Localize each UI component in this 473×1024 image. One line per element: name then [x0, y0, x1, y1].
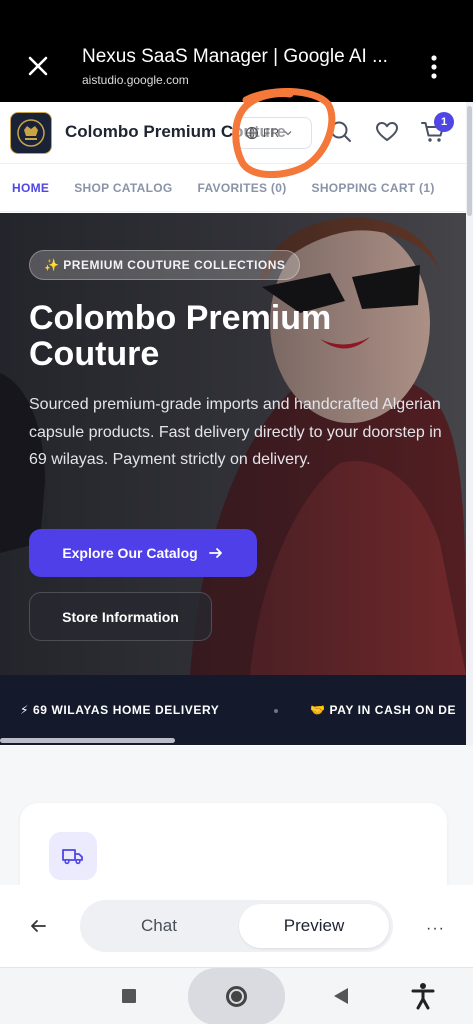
features-section	[0, 746, 473, 923]
page-scrollbar[interactable]	[466, 102, 473, 746]
language-selector[interactable]: FR	[236, 117, 312, 149]
arrow-right-icon	[208, 548, 222, 558]
nav-tabs: HOME SHOP CATALOG FAVORITES (0) SHOPPING…	[0, 165, 466, 212]
back-triangle-icon[interactable]	[334, 988, 348, 1004]
android-nav-bar	[0, 967, 473, 1024]
ticker-item-cash: 🤝 PAY IN CASH ON DE	[310, 703, 457, 717]
back-arrow-icon[interactable]	[28, 916, 48, 936]
accessibility-icon[interactable]	[410, 982, 436, 1010]
tab-shopping-cart[interactable]: SHOPPING CART (1)	[312, 181, 435, 195]
browser-top-bar: Nexus SaaS Manager | Google AI ... aistu…	[0, 0, 473, 102]
ai-studio-bottom-bar: Chat Preview ···	[0, 885, 473, 967]
collections-badge: ✨ PREMIUM COUTURE COLLECTIONS	[29, 250, 301, 280]
ticker-item-delivery: ⚡ 69 WILAYAS HOME DELIVERY	[20, 703, 220, 717]
truck-icon	[62, 849, 83, 865]
search-icon[interactable]	[328, 119, 354, 145]
store-logo[interactable]	[10, 112, 52, 154]
tab-favorites[interactable]: FAVORITES (0)	[197, 181, 286, 195]
more-vertical-icon[interactable]	[426, 54, 442, 80]
chat-preview-toggle: Chat Preview	[80, 900, 393, 952]
explore-catalog-button[interactable]: Explore Our Catalog	[29, 529, 257, 577]
ticker-separator	[274, 709, 278, 713]
screen: Nexus SaaS Manager | Google AI ... aistu…	[0, 0, 473, 1024]
crest-icon	[17, 119, 45, 147]
feature-icon-container	[49, 832, 97, 880]
tab-shop-catalog[interactable]: SHOP CATALOG	[74, 181, 172, 195]
chevron-down-icon	[284, 131, 292, 136]
tab-home[interactable]: HOME	[12, 181, 49, 195]
chat-tab[interactable]: Chat	[80, 900, 238, 952]
browser-url: aistudio.google.com	[82, 73, 189, 87]
cart-count-badge: 1	[434, 112, 454, 132]
language-label: FR	[263, 126, 279, 140]
store-information-button[interactable]: Store Information	[29, 592, 212, 641]
hero-description: Sourced premium-grade imports and handcr…	[29, 396, 442, 468]
home-button[interactable]	[188, 968, 285, 1024]
hero-banner: ✨ PREMIUM COUTURE COLLECTIONS Colombo Pr…	[0, 213, 466, 675]
globe-icon	[245, 126, 259, 140]
more-options-button[interactable]: ···	[426, 920, 445, 938]
home-icon	[226, 986, 247, 1007]
hero-title: Colombo Premium Couture	[29, 299, 332, 373]
preview-tab[interactable]: Preview	[239, 904, 389, 948]
scrollbar-thumb[interactable]	[467, 106, 472, 216]
recents-icon[interactable]	[122, 989, 136, 1003]
horizontal-scrollbar[interactable]	[0, 738, 175, 743]
site-header: Colombo Premium Couture FR	[0, 102, 466, 164]
explore-catalog-label: Explore Our Catalog	[62, 545, 198, 561]
browser-title: Nexus SaaS Manager | Google AI ...	[82, 46, 388, 67]
promo-ticker: ⚡ 69 WILAYAS HOME DELIVERY 🤝 PAY IN CASH…	[0, 675, 466, 745]
close-icon[interactable]	[26, 54, 50, 78]
heart-icon[interactable]	[374, 119, 400, 145]
